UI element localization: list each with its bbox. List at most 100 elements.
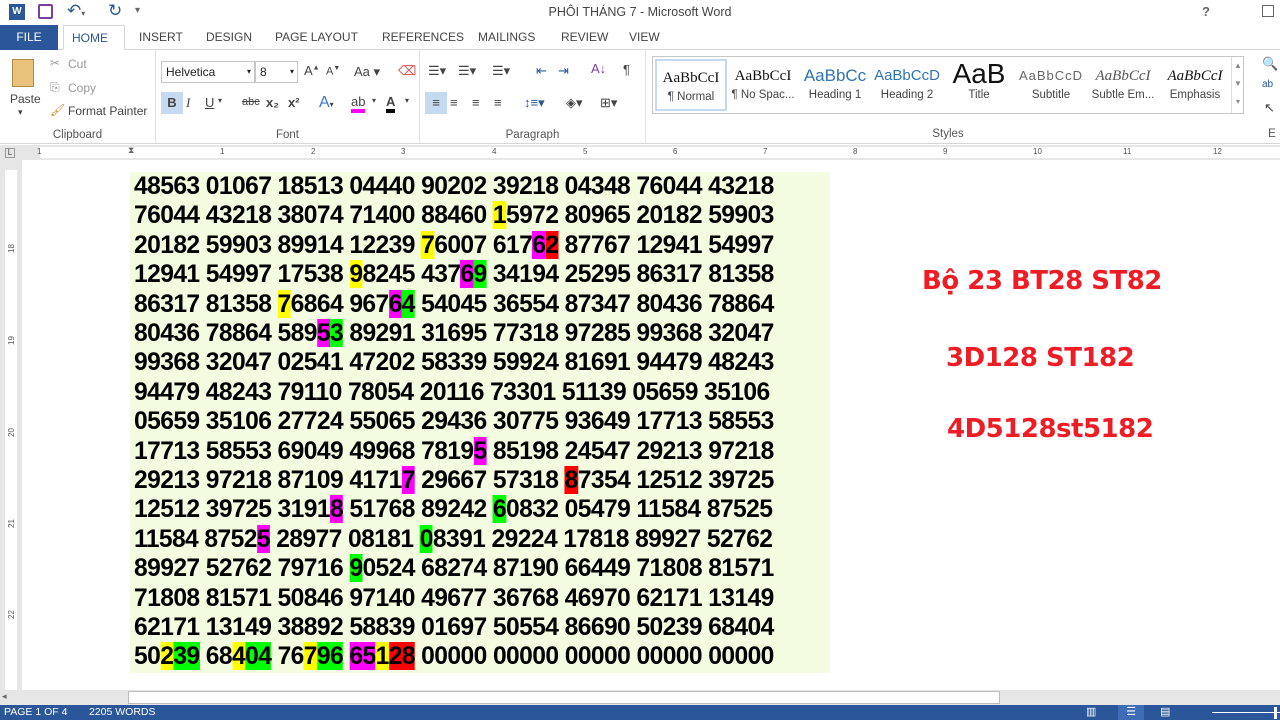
highlighted-digits: 8: [564, 466, 578, 494]
cut-icon: ✂: [50, 56, 61, 70]
style-heading-2[interactable]: AaBbCcD Heading 2: [871, 59, 943, 111]
shading-icon[interactable]: ◈▾: [566, 95, 583, 111]
grow-font-icon[interactable]: A▲: [304, 63, 320, 78]
tab-insert[interactable]: INSERT: [131, 25, 191, 50]
italic-button[interactable]: I: [186, 95, 190, 111]
number-row: 11584 87525 28977 08181 08391 29224 1781…: [134, 524, 773, 554]
number-text: 6007 617: [434, 230, 533, 259]
number-text: 50: [134, 642, 161, 671]
ruler-number: 7: [763, 147, 768, 156]
select-icon[interactable]: ↖: [1264, 100, 1275, 116]
tab-home[interactable]: HOME: [63, 25, 125, 50]
superscript-button[interactable]: x²: [288, 95, 300, 110]
editing-group-label: E: [1268, 128, 1276, 140]
font-name-value: Helvetica: [166, 65, 216, 79]
help-button[interactable]: ?: [1202, 4, 1210, 19]
styles-gallery: AaBbCcI ¶ Normal AaBbCcI ¶ No Spac... AaBb…: [652, 56, 1244, 114]
bullets-icon[interactable]: ☰▾: [428, 63, 446, 79]
ribbon-display-options-icon[interactable]: [1262, 5, 1274, 17]
numbering-icon[interactable]: ☰▾: [458, 63, 476, 79]
horizontal-ruler[interactable]: L 1 1 2 3 4 5 6 7 8 9 10 11 12 ⧗: [0, 145, 1280, 160]
style-normal[interactable]: AaBbCcI ¶ Normal: [655, 59, 727, 111]
highlighted-digits: 7: [421, 230, 435, 259]
web-layout-icon[interactable]: ▤: [1160, 705, 1170, 720]
decrease-indent-icon[interactable]: ⇤: [536, 63, 547, 79]
style-emphasis[interactable]: AaBbCcI Emphasis: [1159, 59, 1231, 111]
shrink-font-icon[interactable]: A▼: [326, 65, 340, 78]
styles-scroll-buttons[interactable]: ▲ ▼ ▾: [1231, 57, 1244, 113]
number-text: 99368 32047 02541 47202 58339 59924 8169…: [134, 348, 774, 377]
paragraph-group-label: Paragraph: [505, 129, 560, 141]
show-formatting-marks-icon[interactable]: ¶: [623, 62, 630, 77]
underline-dropdown-icon[interactable]: ▾: [218, 96, 222, 105]
font-size-combobox[interactable]: 8 ▾: [255, 61, 298, 83]
ruler-number: 5: [583, 147, 588, 156]
number-row: 99368 32047 02541 47202 58339 59924 8169…: [134, 348, 774, 377]
style-subtle-emphasis[interactable]: AaBbCcI Subtle Em...: [1087, 59, 1159, 111]
sort-icon[interactable]: A↓: [591, 61, 606, 76]
vertical-ruler[interactable]: 18 19 20 21 22: [0, 160, 22, 690]
align-center-button[interactable]: ≡: [450, 95, 458, 110]
style-no-spacing[interactable]: AaBbCcI ¶ No Spac...: [727, 59, 799, 111]
zoom-slider-thumb[interactable]: [1274, 707, 1277, 719]
tab-design[interactable]: DESIGN: [198, 25, 260, 50]
tab-page-layout[interactable]: PAGE LAYOUT: [267, 25, 366, 50]
tab-review[interactable]: REVIEW: [553, 25, 616, 50]
number-row: 29213 97218 87109 41717 29667 57318 8735…: [134, 466, 774, 495]
change-case-button[interactable]: Aa ▾: [354, 64, 380, 80]
subscript-button[interactable]: x₂: [266, 95, 279, 110]
paste-button[interactable]: Paste: [10, 92, 41, 106]
scroll-left-icon[interactable]: ◂: [2, 691, 7, 702]
find-icon[interactable]: 🔍: [1262, 56, 1278, 72]
text-effects-icon[interactable]: A▾: [319, 94, 334, 112]
highlighted-digits: 7: [401, 466, 415, 494]
number-text: 76: [271, 642, 305, 671]
tab-file[interactable]: FILE: [0, 25, 58, 50]
number-text: 8391 29224 17818 89927 52762: [432, 524, 773, 553]
style-subtitle[interactable]: AaBbCcD Subtitle: [1015, 59, 1087, 111]
scrollbar-thumb[interactable]: [128, 691, 1000, 704]
multilevel-list-icon[interactable]: ☰▾: [492, 63, 510, 79]
tab-view[interactable]: VIEW: [621, 25, 668, 50]
indent-marker[interactable]: ⧗: [128, 145, 134, 156]
number-text: 5972 80965 20182 59903: [505, 201, 774, 230]
tab-selector[interactable]: L: [5, 148, 15, 158]
ruler-number: 12: [1213, 147, 1222, 156]
horizontal-scrollbar[interactable]: ◂: [0, 690, 1280, 705]
borders-icon[interactable]: ⊞▾: [600, 95, 617, 111]
font-name-combobox[interactable]: Helvetica ▾: [161, 61, 255, 83]
replace-icon[interactable]: ab: [1262, 79, 1273, 90]
text-highlight-color-icon[interactable]: ab: [351, 94, 366, 113]
highlighted-digits: 65: [349, 642, 376, 671]
clear-formatting-icon[interactable]: ⌫: [398, 63, 416, 79]
align-right-button[interactable]: ≡: [472, 95, 480, 110]
highlighted-digits: 9: [473, 260, 487, 289]
underline-button[interactable]: U: [205, 95, 214, 110]
style-title[interactable]: AaB Title: [943, 59, 1015, 111]
cut-button[interactable]: Cut: [68, 57, 87, 71]
line-spacing-icon[interactable]: ↕≡▾: [524, 95, 545, 111]
font-color-dropdown-icon[interactable]: ▾: [405, 96, 409, 105]
ruler-number: 3: [401, 147, 406, 156]
bold-button[interactable]: B: [161, 92, 183, 114]
number-row: 12941 54997 17538 98245 43769 34194 2529…: [134, 260, 774, 289]
align-left-button[interactable]: ≡: [425, 92, 447, 114]
style-heading-1[interactable]: AaBbCc Heading 1: [799, 59, 871, 111]
zoom-slider[interactable]: [1212, 712, 1280, 713]
highlighted-digits: 6: [532, 230, 546, 259]
format-painter-button[interactable]: Format Painter: [68, 104, 147, 118]
strikethrough-button[interactable]: abc: [242, 96, 260, 108]
copy-button[interactable]: Copy: [68, 81, 96, 95]
read-mode-icon[interactable]: ▥: [1086, 705, 1096, 720]
font-color-icon[interactable]: A: [386, 94, 396, 113]
word-count[interactable]: 2205 WORDS: [89, 705, 156, 720]
print-layout-icon[interactable]: ☰: [1118, 705, 1144, 720]
tab-mailings[interactable]: MAILINGS: [470, 25, 543, 50]
justify-button[interactable]: ≡: [494, 95, 502, 110]
increase-indent-icon[interactable]: ⇥: [558, 63, 569, 79]
number-text: 29667 57318: [414, 466, 565, 494]
tab-references[interactable]: REFERENCES: [374, 25, 472, 50]
page-count[interactable]: PAGE 1 OF 4: [4, 705, 67, 720]
highlight-dropdown-icon[interactable]: ▾: [372, 96, 376, 105]
paste-dropdown-icon[interactable]: ▾: [18, 107, 23, 118]
